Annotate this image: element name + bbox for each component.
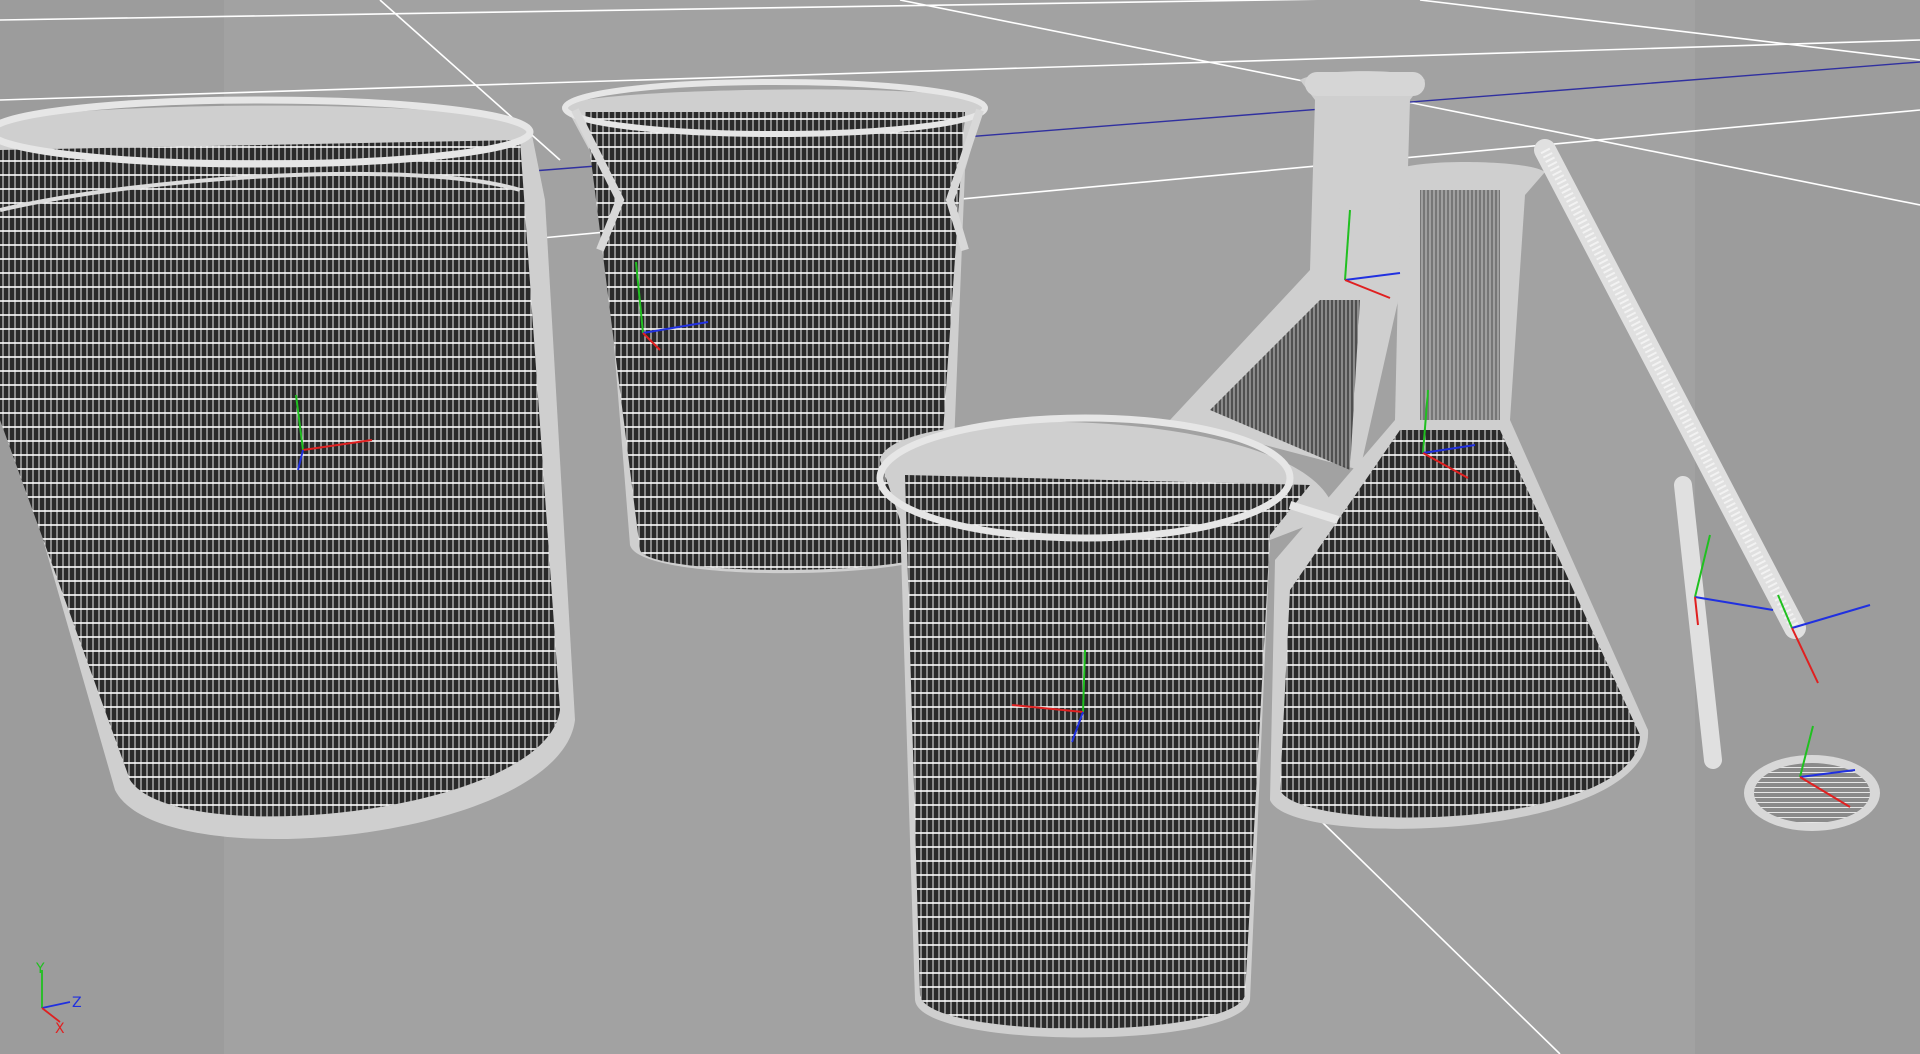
3d-viewport[interactable]: Y Z X bbox=[0, 0, 1920, 1054]
watch-glass[interactable] bbox=[1744, 755, 1880, 831]
gizmo-x-label: X bbox=[55, 1021, 65, 1037]
right-safe-band bbox=[1695, 0, 1920, 1054]
gizmo-z-label: Z bbox=[72, 995, 82, 1011]
gizmo-y-label: Y bbox=[35, 961, 45, 977]
